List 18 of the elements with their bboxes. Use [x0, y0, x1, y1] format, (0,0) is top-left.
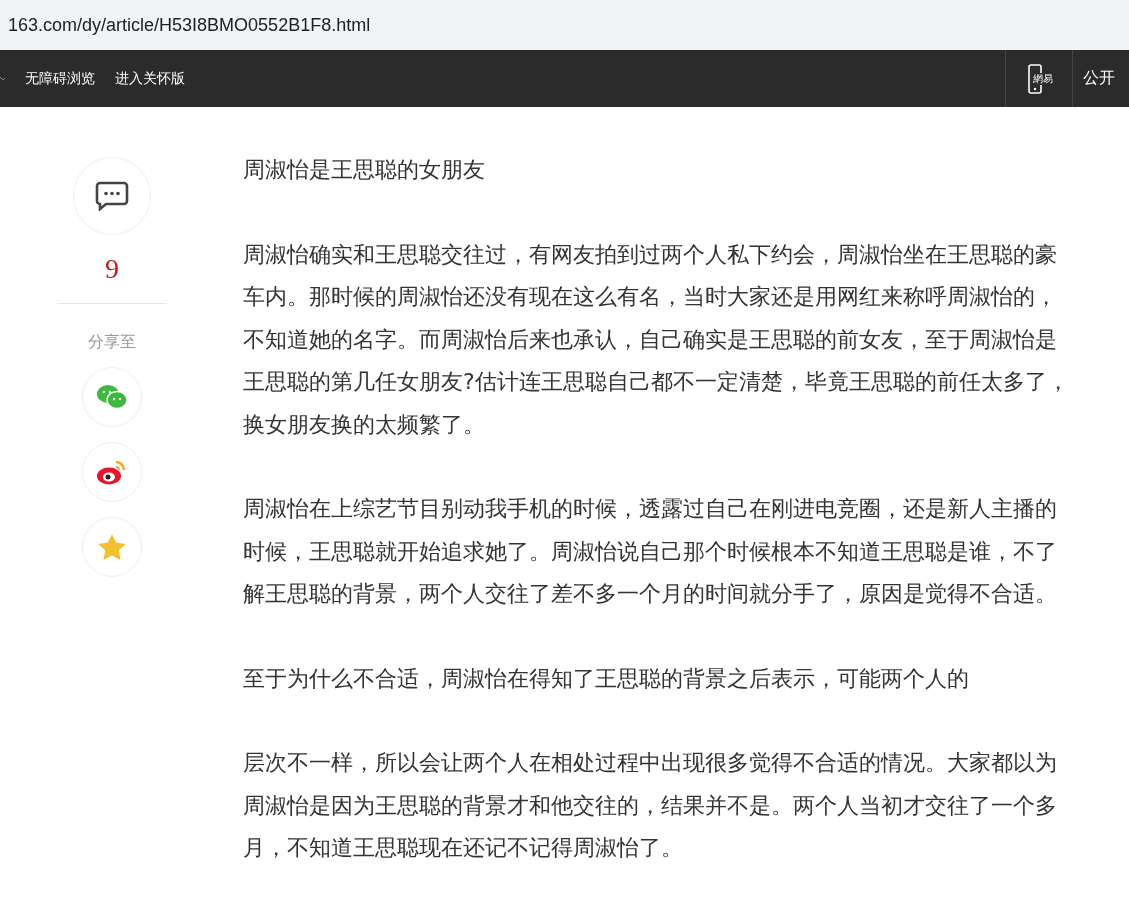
nav-link[interactable]: 无障碍浏览: [25, 69, 95, 88]
article-paragraph: 至于为什么不合适，周淑怡在得知了王思聪的背景之后表示，可能两个人的: [243, 664, 970, 693]
article-paragraph: 周淑怡在上综艺节目别动我手机的时候，透露过自己在刚进电竞圈，还是新人主播的时候，王思聪就开始追求她了。周淑怡说自己那个时候根本不知道王思聪是谁，不了解王思聪的背景，两个人交往了差不多一个月的时间就分手了，原因是觉得不合适。: [243, 495, 1058, 608]
article-paragraph: 周淑怡是王思聪的女朋友: [243, 156, 486, 184]
nav-link[interactable]: 公开: [1083, 68, 1115, 89]
nav-link[interactable]: 进入关怀版: [115, 69, 185, 88]
url-text: 163.com/dy/article/H53I8BMO0552B1F8.html: [8, 14, 371, 36]
logo-text: 網易: [1033, 72, 1053, 85]
chevron-icon: [0, 74, 5, 83]
comment-count: 9: [105, 253, 119, 285]
comment-icon: [95, 181, 129, 211]
star-icon: [97, 533, 127, 561]
eye-logo-icon: [96, 458, 128, 486]
article-paragraph: 层次不一样，所以会让两个人在相处过程中出现很多觉得不合适的情况。大家都以为周淑怡是因为王思聪的背景才和他交往的，结果并不是。两个人当初才交往了一个多月，不知道王思聪现在还记不记得周淑怡了。: [243, 749, 1058, 862]
chat-bubbles-icon: [96, 384, 128, 410]
share-label: 分享至: [88, 332, 136, 353]
article-paragraph: 周淑怡确实和王思聪交往过，有网友拍到过两个人私下约会，周淑怡坐在王思聪的豪车内。那时候的周淑怡还没有现在这么有名，当时大家还是用网红来称呼周淑怡的，不知道她的名字。而周淑怡后来也承认，自己确实是王思聪的前女友，至于周淑怡是王思聪的第几任女朋友?估计连王思聪自己都不一定清楚，毕竟王思聪的前任太多了，换女朋友换的太频繁了。: [243, 240, 1070, 439]
address-bar[interactable]: 163.com/dy/article/H53I8BMO0552B1F8.html: [0, 0, 1129, 50]
